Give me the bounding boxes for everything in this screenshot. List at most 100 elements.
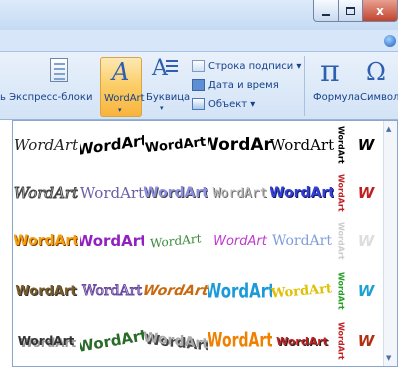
wordart-style-4-5[interactable]: WordArt [270,268,334,314]
symbol-button[interactable]: Символ [360,92,398,103]
wordart-style-5-1[interactable]: WordArt [14,318,78,364]
wordart-sample-text: WordArt [144,185,208,201]
close-button[interactable]: x [362,0,398,22]
wordart-sample-text: WordArt [208,135,272,155]
wordart-style-1-4[interactable]: WordArt [208,122,272,168]
document-edge [0,120,12,367]
wordart-style-5-5[interactable]: WordArt [270,318,334,364]
wordart-style-5-3[interactable]: WordArt [144,318,208,364]
gallery-scrollbar[interactable]: ▲ ▼ [383,121,397,366]
wordart-sample-text: WordArt [17,334,75,348]
wordart-sample-text: WordArt [208,329,272,353]
wordart-style-1-3[interactable]: WordArt [144,122,208,168]
wordart-style-w-5[interactable]: W [352,318,380,364]
wordart-style-3-1[interactable]: WordArt [14,218,78,264]
wordart-style-4-3[interactable]: WordArt [144,268,208,314]
wordart-sample-text: WordArt [144,329,208,353]
wordart-style-2-3[interactable]: WordArt [144,170,208,216]
wordart-style-w-1[interactable]: W [352,122,380,168]
wordart-style-vertical-5[interactable]: WordArt [332,318,350,364]
wordart-sample-text: WordArt [213,233,267,249]
maximize-button[interactable] [338,0,363,22]
express-blocks-button[interactable]: ь Экспресс-блоки [0,92,92,103]
wordart-style-2-2[interactable]: WordArt [80,170,144,216]
chevron-down-icon: ▾ [118,106,122,114]
wordart-sample-text: WordArt [150,231,202,251]
wordart-style-2-5[interactable]: WordArt [270,170,334,216]
wordart-sample-text: WordArt [14,233,78,249]
wordart-sample-text: WordArt [270,280,334,302]
wordart-style-1-2[interactable]: WordArt [80,122,144,168]
wordart-sample-text: WordArt [80,184,144,202]
wordart-style-4-1[interactable]: WordArt [14,268,78,314]
wordart-style-4-4[interactable]: WordArt [208,268,272,314]
object-label: Объект ▾ [208,98,256,110]
wordart-sample-text: WordArt [336,322,346,360]
minimize-button[interactable] [313,0,339,22]
wordart-sample-text: WordArt [82,283,143,300]
wordart-style-3-2[interactable]: WordArt [80,218,144,264]
close-icon: x [376,3,384,18]
drop-cap-lines-icon [166,60,178,75]
signature-line-button[interactable]: Строка подписи ▾ [192,58,301,74]
wordart-style-vertical-4[interactable]: WordArt [332,268,350,314]
express-blocks-icon[interactable] [50,58,68,82]
wordart-sample-text: WordArt [270,185,334,201]
ribbon-separator [304,56,305,116]
wordart-style-w-2[interactable]: W [352,170,380,216]
wordart-style-1-5[interactable]: WordArt [270,122,334,168]
wordart-sample-text: WordArt [276,334,328,348]
wordart-sample-text: WordArt [336,272,346,310]
drop-cap-button[interactable]: Буквица [146,92,190,103]
wordart-style-vertical-1[interactable]: WordArt [332,122,350,168]
wordart-sample-text: WordArt [80,326,144,356]
wordart-sample-text: WordArt [336,174,346,212]
wordart-style-2-1[interactable]: WordArt [14,170,78,216]
wordart-style-5-2[interactable]: WordArt [80,318,144,364]
title-bar: x [0,0,398,30]
object-button[interactable]: Объект ▾ [192,96,255,112]
wordart-style-w-4[interactable]: W [352,268,380,314]
formula-button[interactable]: Формула [313,92,360,103]
wordart-sample-text: WordArt [208,279,272,303]
scroll-up-icon[interactable]: ▲ [386,125,391,133]
wordart-sample-text: WordArt [212,185,268,201]
signature-label: Строка подписи ▾ [208,60,302,72]
omega-icon[interactable]: Ω [366,58,386,86]
object-icon [192,98,205,110]
pi-icon[interactable]: π [320,54,340,89]
wordart-style-3-3[interactable]: WordArt [144,218,208,264]
wordart-style-vertical-3[interactable]: WordArt [332,218,350,264]
wordart-style-5-4[interactable]: WordArt [208,318,272,364]
wordart-sample-text: W [357,136,375,154]
chevron-down-icon: ▾ [160,104,164,112]
wordart-style-1-1[interactable]: WordArt [14,122,78,168]
help-icon[interactable] [384,35,396,47]
ribbon: ь Экспресс-блоки A WordArt ▾ A Буквица ▾… [0,52,398,120]
date-time-label: Дата и время [208,79,279,91]
wordart-label: WordArt [104,93,145,104]
scroll-down-icon[interactable]: ▼ [386,354,391,362]
wordart-style-2-4[interactable]: WordArt [208,170,272,216]
wordart-style-4-2[interactable]: WordArt [80,268,144,314]
wordart-sample-text: WordArt [80,232,144,250]
wordart-sample-text: W [357,232,375,250]
wordart-sample-text: W [357,282,375,300]
wordart-sample-text: WordArt [15,283,77,299]
wordart-sample-text: WordArt [144,283,208,299]
wordart-icon: A [112,58,130,86]
wordart-sample-text: WordArt [14,136,78,154]
wordart-button[interactable]: A WordArt ▾ [100,57,145,117]
tab-strip [0,30,398,52]
wordart-style-vertical-2[interactable]: WordArt [332,170,350,216]
wordart-style-w-3[interactable]: W [352,218,380,264]
date-time-button[interactable]: Дата и время [192,77,279,93]
wordart-sample-text: WordArt [336,222,346,260]
wordart-sample-text: W [357,184,375,202]
wordart-sample-text: WordArt [14,184,78,203]
wordart-sample-text: WordArt [80,131,144,159]
wordart-style-3-4[interactable]: WordArt [208,218,272,264]
wordart-sample-text: WordArt [270,136,334,154]
wordart-style-3-5[interactable]: WordArt [270,218,334,264]
maximize-icon [346,6,355,15]
